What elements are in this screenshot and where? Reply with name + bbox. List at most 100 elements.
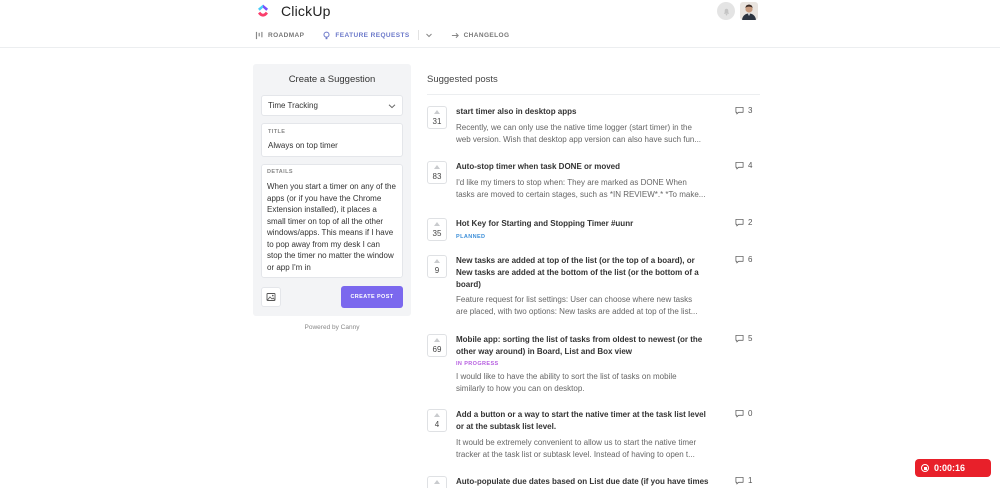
- vote-count: 83: [432, 172, 442, 181]
- avatar[interactable]: [740, 2, 758, 20]
- title-label: TITLE: [268, 129, 286, 135]
- vote-count: 69: [432, 345, 442, 354]
- lightbulb-icon: [323, 31, 330, 39]
- upvote-arrow-icon: [434, 338, 440, 342]
- upvote-arrow-icon: [434, 222, 440, 226]
- post-item[interactable]: 31 start timer also in desktop apps Rece…: [427, 106, 757, 146]
- comment-icon: [735, 218, 744, 227]
- comment-count-value: 5: [748, 334, 753, 343]
- user-avatar-icon: [740, 2, 758, 20]
- post-title[interactable]: start timer also in desktop apps: [456, 106, 721, 118]
- nav-changelog-label: CHANGELOG: [463, 31, 510, 39]
- details-field[interactable]: DETAILS When you start a timer on any of…: [261, 164, 403, 278]
- post-item[interactable]: 69 Mobile app: sorting the list of tasks…: [427, 334, 757, 394]
- board-select-value: Time Tracking: [268, 101, 318, 110]
- post-description-line: tracker at the task list or subtask leve…: [456, 450, 695, 459]
- chevron-down-icon[interactable]: [425, 31, 433, 39]
- upvote-arrow-icon: [434, 413, 440, 417]
- nav-feature-requests[interactable]: FEATURE REQUESTS: [322, 31, 409, 40]
- notifications-button[interactable]: [717, 2, 735, 20]
- upvote-arrow-icon: [434, 480, 440, 484]
- details-label: DETAILS: [267, 169, 293, 175]
- post-description-line: I'd like my timers to stop when: They ar…: [456, 178, 687, 187]
- header-actions: [717, 2, 758, 20]
- post-description-line: Feature request for list settings: User …: [456, 295, 693, 304]
- board-select[interactable]: Time Tracking: [261, 95, 403, 116]
- panel-title: Create a Suggestion: [288, 74, 376, 85]
- post-title-line[interactable]: Add a button or a way to start the nativ…: [456, 409, 721, 421]
- comment-icon: [735, 334, 744, 343]
- comment-icon: [735, 409, 744, 418]
- comment-count-value: 6: [748, 255, 753, 264]
- top-header: ClickUp ROADMAP FEATURE REQUESTS CHANGEL…: [0, 0, 1000, 48]
- chevron-down-icon: [388, 104, 396, 109]
- upvote-arrow-icon: [434, 165, 440, 169]
- create-post-button[interactable]: CREATE POST: [341, 286, 403, 308]
- vote-count: 31: [432, 117, 442, 126]
- comment-count: 4: [735, 161, 752, 170]
- stop-timer-icon[interactable]: [921, 464, 929, 472]
- upvote-button[interactable]: 9: [427, 255, 447, 278]
- post-item[interactable]: 9 New tasks are added at top of the list…: [427, 255, 757, 320]
- comment-count-value: 0: [748, 409, 753, 418]
- comment-icon: [735, 255, 744, 264]
- powered-by-canny[interactable]: Powered by Canny: [253, 324, 411, 331]
- vote-count: 35: [432, 229, 442, 238]
- title-input[interactable]: Always on top timer: [268, 141, 338, 150]
- posts-heading: Suggested posts: [427, 74, 498, 85]
- comment-count-value: 3: [748, 106, 753, 115]
- comment-icon: [735, 161, 744, 170]
- brand-name: ClickUp: [281, 3, 331, 19]
- details-textarea[interactable]: When you start a timer on any of the app…: [267, 181, 397, 273]
- posts-divider: [427, 94, 760, 95]
- comment-count: 2: [735, 218, 752, 227]
- upvote-button[interactable]: 69: [427, 334, 447, 357]
- comment-icon: [735, 476, 744, 485]
- upvote-button[interactable]: 31: [427, 106, 447, 129]
- title-field[interactable]: TITLE Always on top timer: [261, 123, 403, 157]
- post-title-line[interactable]: Mobile app: sorting the list of tasks fr…: [456, 334, 721, 346]
- floating-timer[interactable]: 0:00:16: [915, 459, 991, 477]
- post-description-line: tasks are moved to certain stages, such …: [456, 190, 706, 199]
- post-description-line: I would like to have the ability to sort…: [456, 372, 677, 381]
- post-description-line: are placed, with two options: New tasks …: [456, 307, 698, 316]
- comment-count: 3: [735, 106, 752, 115]
- nav-roadmap-label: ROADMAP: [268, 31, 305, 39]
- comment-count: 1: [735, 476, 752, 485]
- post-item[interactable]: 4 Add a button or a way to start the nat…: [427, 409, 757, 461]
- post-title-line[interactable]: board): [456, 279, 721, 291]
- comment-count-value: 4: [748, 161, 753, 170]
- upvote-arrow-icon: [434, 110, 440, 114]
- comment-count: 5: [735, 334, 752, 343]
- upvote-button[interactable]: 35: [427, 218, 447, 241]
- comment-count: 0: [735, 409, 752, 418]
- post-item[interactable]: 83 Auto-stop timer when task DONE or mov…: [427, 161, 757, 201]
- comment-icon: [735, 106, 744, 115]
- vote-count: 4: [434, 420, 440, 429]
- upvote-button[interactable]: 4: [427, 409, 447, 432]
- post-title-line[interactable]: New tasks are added at top of the list (…: [456, 255, 721, 267]
- post-title-line[interactable]: New tasks are added at the bottom of the…: [456, 267, 721, 279]
- post-item[interactable]: 35 Hot Key for Starting and Stopping Tim…: [427, 218, 757, 242]
- post-title[interactable]: Auto-populate due dates based on List du…: [456, 476, 721, 488]
- nav-roadmap[interactable]: ROADMAP: [255, 31, 304, 40]
- post-title[interactable]: Hot Key for Starting and Stopping Timer …: [456, 218, 721, 230]
- clickup-logo-icon: [258, 4, 268, 17]
- upvote-button[interactable]: 83: [427, 161, 447, 184]
- status-badge-in-progress: IN PROGRESS: [456, 361, 499, 367]
- post-title-line[interactable]: or at the subtask list level.: [456, 421, 721, 433]
- attach-image-button[interactable]: [261, 287, 281, 307]
- image-icon: [266, 293, 276, 301]
- vote-count: 9: [434, 266, 440, 275]
- brand[interactable]: ClickUp: [255, 3, 331, 19]
- post-title-line[interactable]: other way around) in Board, List and Box…: [456, 346, 721, 358]
- nav-changelog[interactable]: CHANGELOG: [451, 31, 510, 40]
- post-description-line: Recently, we can only use the native tim…: [456, 123, 692, 132]
- post-item[interactable]: Auto-populate due dates based on List du…: [427, 476, 757, 488]
- post-title[interactable]: Auto-stop timer when task DONE or moved: [456, 161, 721, 173]
- nav-feature-requests-label: FEATURE REQUESTS: [335, 31, 410, 39]
- upvote-button[interactable]: [427, 476, 447, 488]
- post-description-line: similarly to how you can on desktop.: [456, 384, 585, 393]
- create-suggestion-panel: Create a Suggestion Time Tracking TITLE …: [253, 64, 411, 316]
- comment-count-value: 1: [748, 476, 753, 485]
